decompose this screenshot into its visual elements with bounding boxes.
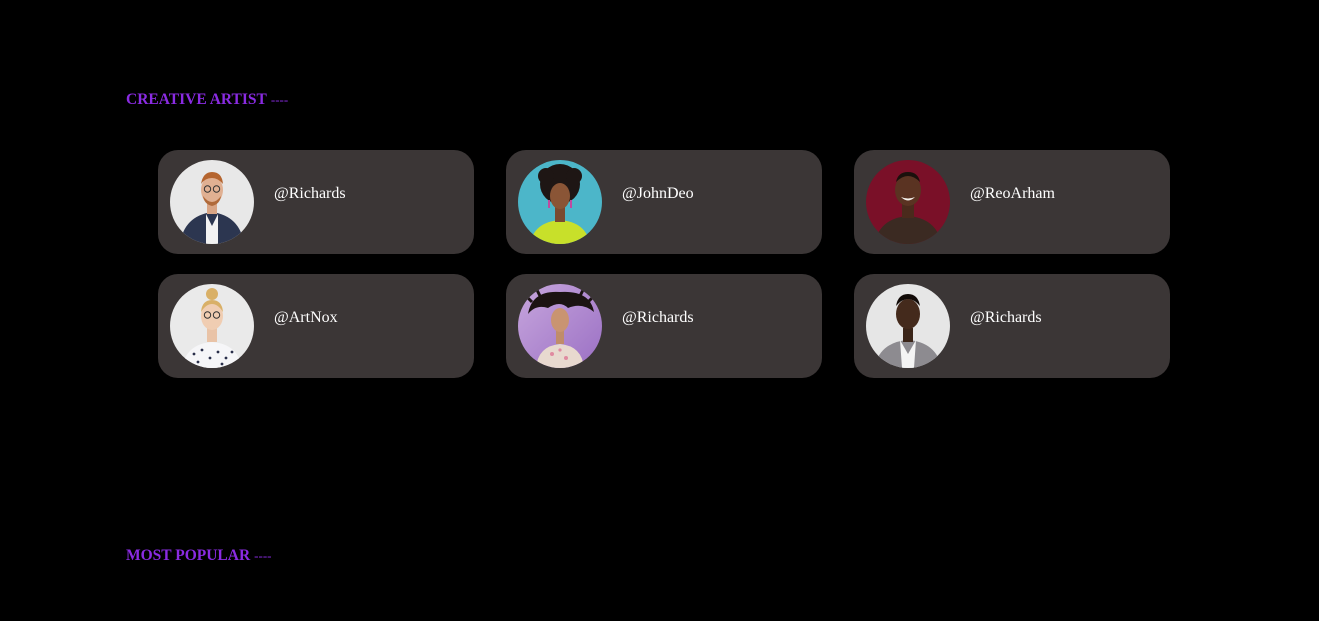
artist-handle[interactable]: @ArtNox (274, 309, 338, 327)
avatar-woman-curly-hair-teal[interactable] (518, 160, 602, 244)
artist-handle[interactable]: @JohnDeo (622, 185, 694, 203)
section-title: CREATIVE ARTIST (126, 91, 267, 108)
artist-grid: @Richards @JohnDeo @ReoArham @ArtNox @Ri… (158, 150, 1170, 378)
section-dash: ---- (254, 548, 272, 563)
avatar-man-smiling-red[interactable] (866, 160, 950, 244)
avatar-man-suit-grey[interactable] (866, 284, 950, 368)
section-heading-creative-artist: CREATIVE ARTIST ---- (126, 91, 288, 109)
avatar-woman-glasses-bun[interactable] (170, 284, 254, 368)
artist-handle[interactable]: @Richards (970, 309, 1042, 327)
artist-handle[interactable]: @Richards (622, 309, 694, 327)
section-heading-most-popular: MOST POPULAR ---- (126, 547, 271, 565)
artist-card[interactable]: @ReoArham (854, 150, 1170, 254)
artist-card[interactable]: @ArtNox (158, 274, 474, 378)
artist-handle[interactable]: @Richards (274, 185, 346, 203)
artist-card[interactable]: @Richards (506, 274, 822, 378)
avatar-woman-hair-flip-purple[interactable] (518, 284, 602, 368)
artist-card[interactable]: @JohnDeo (506, 150, 822, 254)
page: CREATIVE ARTIST ---- @Richards @JohnDeo … (0, 0, 1319, 621)
artist-card[interactable]: @Richards (854, 274, 1170, 378)
section-title: MOST POPULAR (126, 547, 251, 564)
section-dash: ---- (270, 92, 289, 107)
artist-handle[interactable]: @ReoArham (970, 185, 1055, 203)
artist-card[interactable]: @Richards (158, 150, 474, 254)
avatar-man-glasses-jacket[interactable] (170, 160, 254, 244)
